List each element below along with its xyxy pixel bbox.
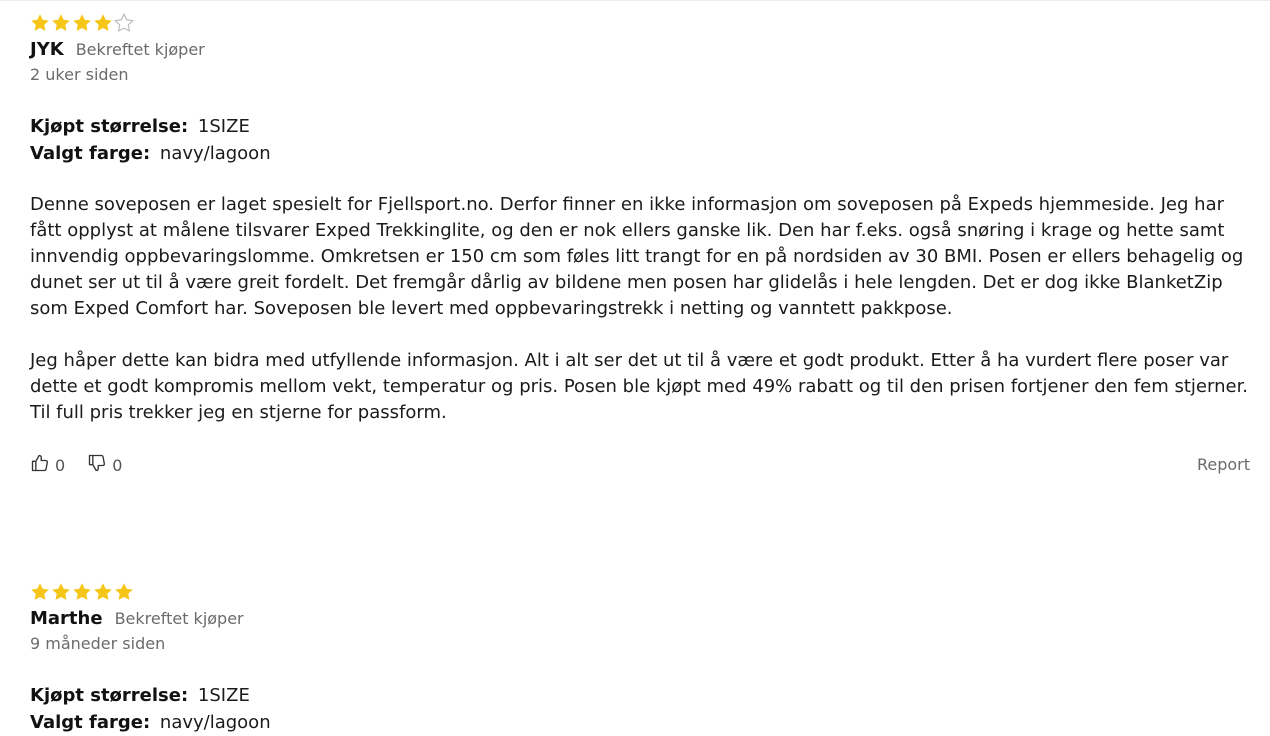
color-value: navy/lagoon xyxy=(159,143,271,164)
star-empty-icon xyxy=(114,13,134,33)
star-filled-icon xyxy=(73,583,91,600)
review-text-paragraph: Denne soveposen er laget spesielt for Fj… xyxy=(30,194,1244,319)
review-author: JYK xyxy=(30,39,64,60)
review-date: 2 uker siden xyxy=(30,65,129,84)
purchase-details: Kjøpt størrelse: 1SIZE Valgt farge: navy… xyxy=(30,682,1250,736)
review-card-1: JYK Bekreftet kjøper 2 uker siden Kjøpt … xyxy=(30,12,1250,478)
star-filled-icon xyxy=(115,583,133,600)
color-value: navy/lagoon xyxy=(159,712,271,733)
star-rating xyxy=(30,581,1250,603)
top-divider xyxy=(0,0,1270,1)
unhelpful-vote-button[interactable]: 0 xyxy=(87,453,122,477)
star-filled-icon xyxy=(52,583,70,600)
thumbs-down-icon xyxy=(87,453,112,477)
review-text-paragraph: Jeg håper dette kan bidra med utfyllende… xyxy=(30,350,1249,423)
size-value: 1SIZE xyxy=(197,685,250,706)
star-filled-icon xyxy=(94,583,112,600)
color-label: Valgt farge: xyxy=(30,143,151,164)
size-label: Kjøpt størrelse: xyxy=(30,685,189,706)
report-link[interactable]: Report xyxy=(1197,455,1250,474)
verified-buyer-label: Bekreftet kjøper xyxy=(114,609,244,628)
star-filled-icon xyxy=(31,14,49,31)
verified-buyer-label: Bekreftet kjøper xyxy=(75,40,205,59)
star-rating xyxy=(30,12,1250,34)
unhelpful-count: 0 xyxy=(112,455,123,475)
helpful-count: 0 xyxy=(55,455,66,475)
review-card-2: Marthe Bekreftet kjøper 9 måneder siden … xyxy=(30,581,1250,736)
color-label: Valgt farge: xyxy=(30,712,151,733)
star-filled-icon xyxy=(94,14,112,31)
helpful-vote-button[interactable]: 0 xyxy=(30,453,65,477)
size-label: Kjøpt størrelse: xyxy=(30,116,189,137)
purchase-details: Kjøpt størrelse: 1SIZE Valgt farge: navy… xyxy=(30,113,1250,167)
review-actions: 0 0 Report xyxy=(30,452,1250,478)
size-value: 1SIZE xyxy=(197,116,250,137)
review-author: Marthe xyxy=(30,608,103,629)
review-date: 9 måneder siden xyxy=(30,634,166,653)
star-filled-icon xyxy=(52,14,70,31)
star-filled-icon xyxy=(73,14,91,31)
star-filled-icon xyxy=(31,583,49,600)
thumbs-up-icon xyxy=(30,453,55,477)
